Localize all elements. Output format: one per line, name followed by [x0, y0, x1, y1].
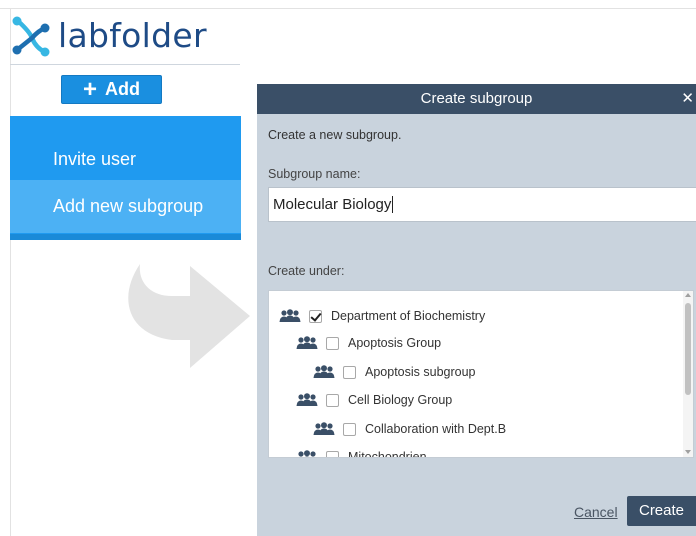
group-icon: [279, 309, 301, 322]
subgroup-name-value: Molecular Biology: [273, 196, 392, 213]
header-divider: [10, 64, 240, 65]
group-icon: [298, 450, 316, 457]
text-cursor: [392, 196, 394, 213]
curved-arrow-icon: [128, 264, 250, 368]
tree-item-checkbox[interactable]: [309, 309, 322, 323]
close-icon[interactable]: ✕: [681, 84, 694, 114]
tree-item[interactable]: Cell Biology Group: [296, 390, 452, 410]
tree-item-label: Mitochondrien: [348, 450, 427, 458]
scrollbar-thumb[interactable]: [685, 303, 691, 395]
tree-item[interactable]: Apoptosis subgroup: [313, 362, 476, 382]
tree-item[interactable]: Apoptosis Group: [296, 333, 441, 353]
group-tree-list: Department of Biochemistry Apoptosis Gro…: [268, 290, 694, 458]
create-button[interactable]: Create: [627, 496, 696, 526]
menu-item-invite-user[interactable]: Invite user: [10, 133, 241, 186]
group-icon: [296, 336, 318, 349]
add-button[interactable]: + Add: [61, 75, 162, 104]
tree-item-checkbox[interactable]: [343, 365, 356, 379]
labfolder-logo-icon: [12, 16, 50, 57]
tree-item-label: Department of Biochemistry: [331, 309, 486, 323]
tree-item[interactable]: Collaboration with Dept.B: [313, 419, 506, 439]
tree-item-label: Apoptosis Group: [348, 336, 442, 350]
create-subgroup-dialog: Create subgroup ✕ Create a new subgroup.…: [257, 84, 696, 536]
dialog-header: Create subgroup: [257, 84, 696, 114]
tree-item-label: Apoptosis subgroup: [365, 365, 476, 379]
tree-item-checkbox[interactable]: [326, 450, 339, 457]
scroll-up-icon[interactable]: [685, 293, 691, 297]
tree-item-checkbox[interactable]: [343, 422, 356, 436]
dialog-intro-text: Create a new subgroup.: [268, 128, 402, 142]
cancel-link[interactable]: Cancel: [574, 504, 618, 520]
tree-item-checkbox[interactable]: [326, 336, 339, 350]
dialog-title: Create subgroup: [420, 90, 533, 107]
plus-icon: +: [82, 75, 97, 103]
logo-text: labfolder: [58, 16, 207, 55]
frame-top-border: [0, 8, 696, 9]
group-icon: [296, 393, 318, 406]
add-button-label: Add: [105, 79, 140, 99]
tree-item-label: Cell Biology Group: [348, 393, 453, 407]
frame-left-border: [10, 8, 11, 536]
subgroup-name-input[interactable]: Molecular Biology: [268, 187, 696, 222]
subgroup-name-label: Subgroup name:: [268, 167, 361, 181]
group-icon: [313, 365, 335, 378]
tree-item-label: Collaboration with Dept.B: [365, 422, 507, 436]
group-icon: [313, 422, 335, 435]
app-logo: labfolder: [10, 14, 207, 58]
tree-item[interactable]: Department of Biochemistry: [279, 306, 485, 326]
create-under-label: Create under:: [268, 264, 345, 278]
tree-item[interactable]: Mitochondrien: [296, 447, 427, 458]
tree-item-checkbox[interactable]: [326, 393, 339, 407]
menu-item-add-new-subgroup[interactable]: Add new subgroup: [10, 180, 241, 233]
tree-scrollbar[interactable]: [683, 291, 693, 457]
add-dropdown-menu: Invite user Add new subgroup: [10, 116, 241, 240]
scroll-down-icon[interactable]: [685, 450, 691, 454]
